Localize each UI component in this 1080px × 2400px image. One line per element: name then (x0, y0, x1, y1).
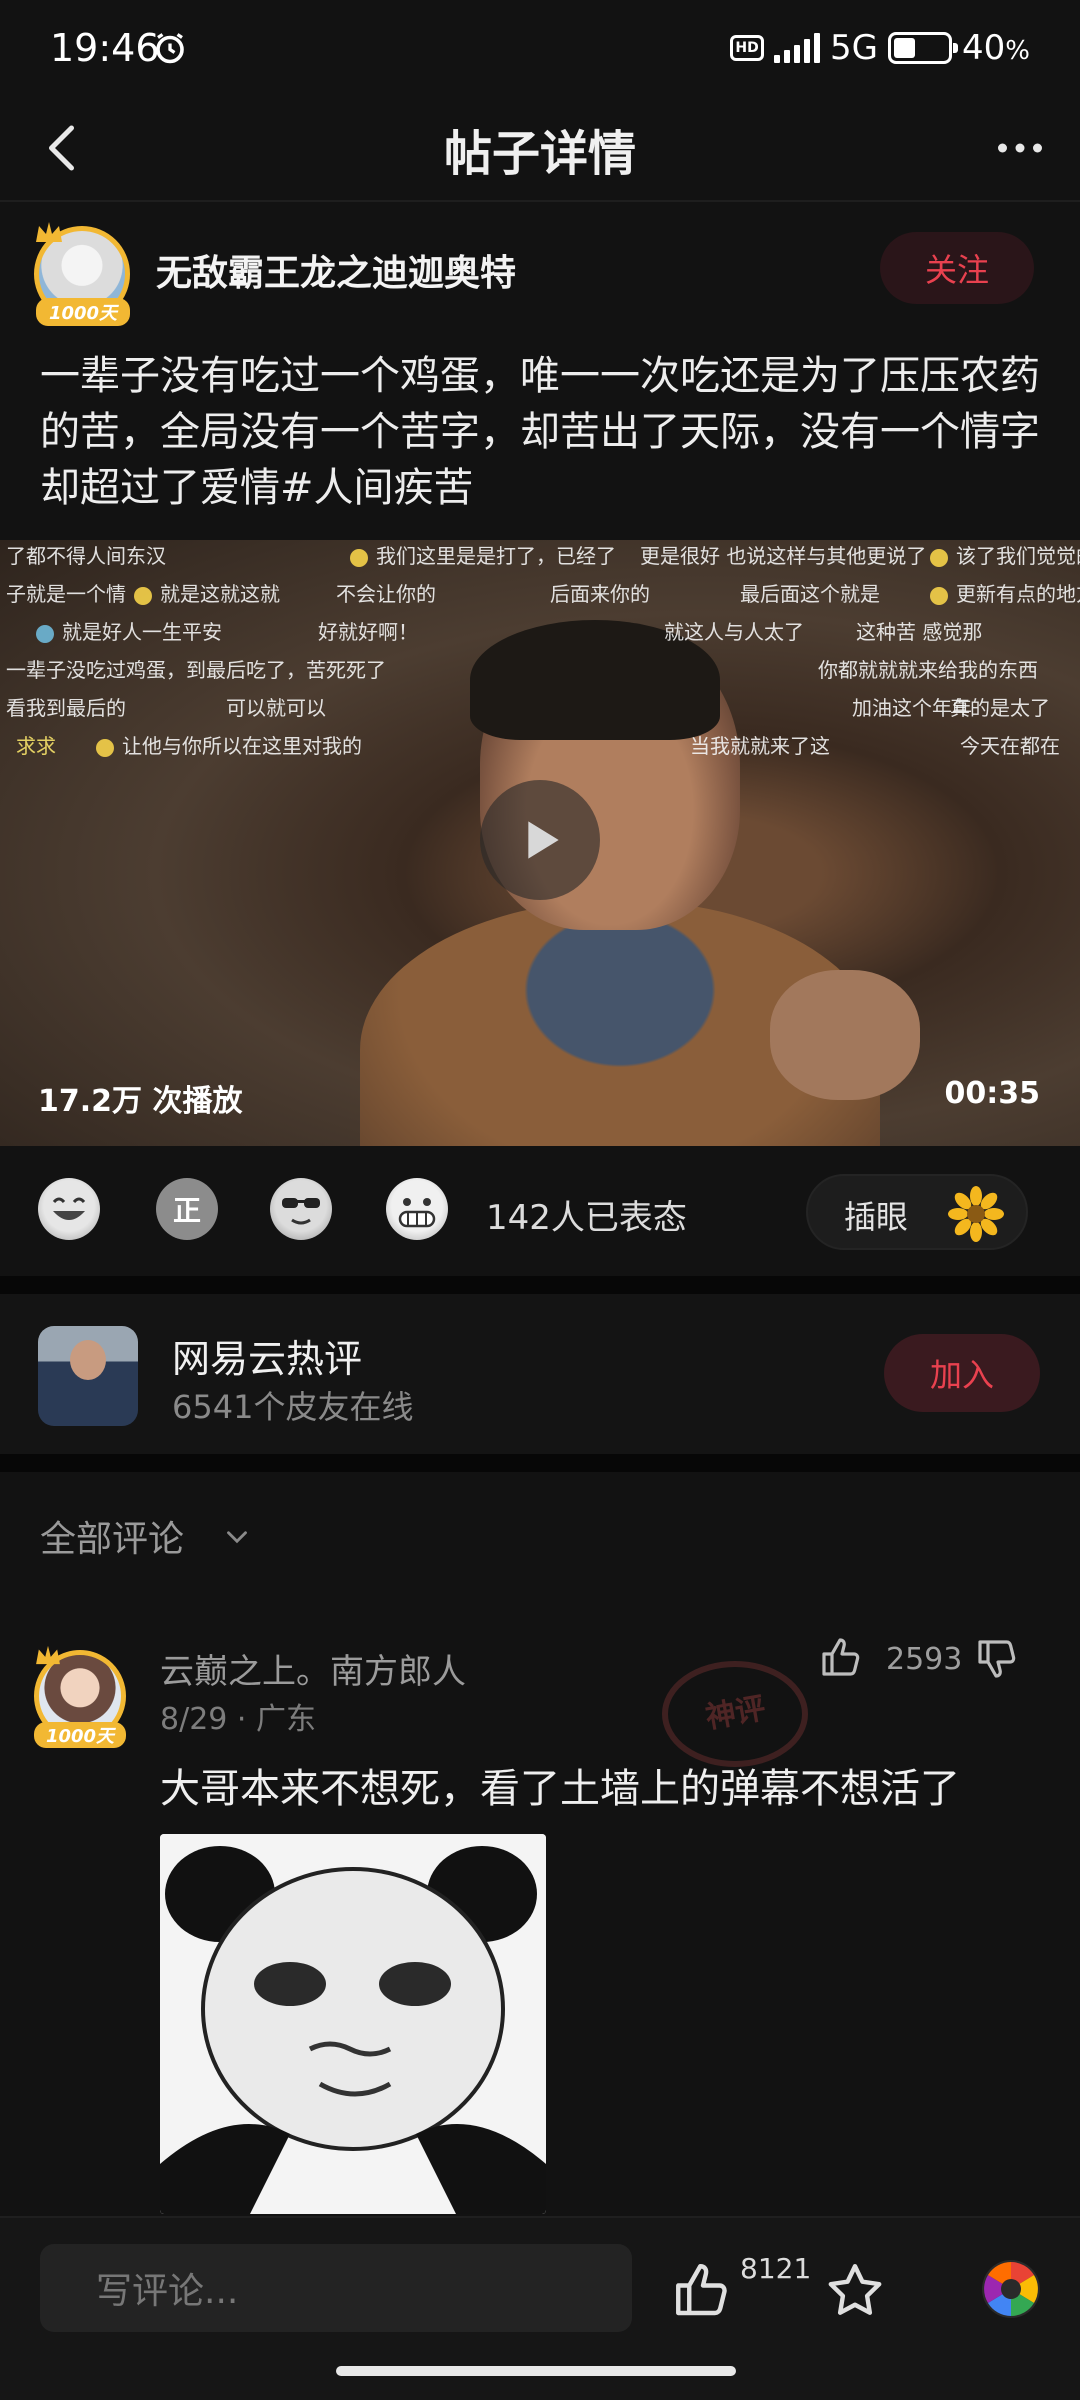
video-player[interactable]: 了都不得人间东汉 我们这里是是打了，已经了 更是很好 也说这样与其他更说了 该了… (0, 540, 1080, 1146)
group-online-count: 6541个皮友在线 (172, 1388, 414, 1426)
section-divider (0, 1276, 1080, 1294)
danmaku: 让他与你所以在这里对我的 (96, 730, 362, 759)
danmaku: 好就好啊！ (318, 620, 418, 644)
join-button[interactable]: 加入 (884, 1334, 1040, 1412)
alarm-icon (156, 33, 184, 64)
reactions-bar: 正 142人已表态 插眼 (0, 1146, 1080, 1276)
author-name[interactable]: 无敌霸王龙之迪迦奥特 (156, 244, 516, 296)
danmaku: 就是这就这就 (134, 578, 280, 607)
danmaku: 可以就可以 (226, 696, 326, 720)
crown-icon (36, 1645, 60, 1665)
comment-text: 大哥本来不想死，看了土墙上的弹幕不想活了 (160, 1766, 960, 1812)
danmaku: 看我到最后的 (6, 696, 126, 720)
danmaku: 你都就就就来给我的东西 (818, 658, 1038, 682)
follow-button[interactable]: 关注 (880, 232, 1034, 304)
grin-emoji-icon[interactable] (386, 1178, 448, 1240)
section-divider (0, 1454, 1080, 1472)
more-icon[interactable] (990, 118, 1050, 178)
danmaku: 不会让你的 (336, 582, 436, 606)
group-avatar (38, 1326, 138, 1426)
danmaku: 当我就就来了这 (690, 734, 830, 758)
status-bar: 19:46 HD 5G 40% (0, 0, 1080, 96)
comment-input[interactable]: 写评论... (40, 2244, 632, 2332)
battery-percent-sign: % (1005, 36, 1030, 66)
play-icon (528, 821, 559, 859)
danmaku: 求求 (16, 734, 56, 758)
play-count: 17.2万 次播放 (38, 1084, 243, 1119)
author-days-badge: 1000天 (36, 298, 130, 326)
signal-icon (774, 33, 821, 63)
danmaku: 今天在都在 (960, 734, 1060, 758)
laugh-emoji-icon[interactable] (38, 1178, 100, 1240)
post-text: 一辈子没有吃过一个鸡蛋，唯一一次吃还是为了压压农药的苦，全局没有一个苦字，却苦出… (40, 353, 1040, 511)
danmaku: 子就是一个情 (6, 582, 126, 606)
chayan-label: 插眼 (844, 1198, 909, 1236)
reactions-count: 142人已表态 (486, 1198, 687, 1238)
thumbs-up-icon[interactable] (670, 2258, 736, 2324)
home-indicator[interactable] (336, 2366, 736, 2376)
danmaku: 后面来你的 (550, 582, 650, 606)
panda-meme-image (160, 1834, 546, 2214)
commenter-days-badge: 1000天 (34, 1722, 126, 1748)
thumbs-up-icon[interactable] (818, 1634, 866, 1682)
battery-percent: 40 (962, 28, 1006, 68)
video-frame-hand (770, 970, 920, 1100)
danmaku: 更新有点的地方 (930, 578, 1080, 607)
chayan-button[interactable]: 插眼 (806, 1174, 1028, 1250)
play-button[interactable] (480, 780, 600, 900)
video-duration: 00:35 (944, 1076, 1041, 1111)
group-card[interactable]: 网易云热评 6541个皮友在线 加入 (0, 1294, 1080, 1454)
sunflower-icon (948, 1186, 1004, 1242)
danmaku: 真的是太了 (950, 696, 1050, 720)
group-name: 网易云热评 (172, 1337, 363, 1381)
cool-emoji-icon[interactable] (270, 1178, 332, 1240)
danmaku: 该了我们觉觉的了 (930, 540, 1080, 569)
hd-icon: HD (730, 35, 765, 61)
post-like-count: 8121 (740, 2252, 812, 2285)
comment-like-count: 2593 (886, 1642, 963, 1677)
status-time: 19:46 (50, 26, 160, 70)
page-title: 帖子详情 (443, 126, 636, 182)
danmaku: 就这人与人太了 (664, 620, 804, 644)
star-icon[interactable] (822, 2258, 888, 2324)
danmaku: 一辈子没吃过鸡蛋，到最后吃了，苦死死了 (6, 658, 386, 682)
chevron-down-icon[interactable] (220, 1520, 254, 1554)
danmaku: 这种苦 感觉那 (856, 620, 983, 644)
comment-meta: 8/29 · 广东 (160, 1702, 316, 1737)
danmaku: 最后面这个就是 (740, 582, 880, 606)
comments-header[interactable]: 全部评论 (40, 1510, 184, 1562)
camera-shutter-icon[interactable] (980, 2258, 1042, 2320)
top-nav: 帖子详情 (0, 96, 1080, 202)
danmaku: 我们这里是是打了，已经了 (350, 540, 616, 569)
danmaku: 了都不得人间东汉 (6, 544, 166, 568)
crown-icon (36, 222, 62, 242)
network-type: 5G (830, 28, 879, 68)
zheng-emoji-icon[interactable]: 正 (156, 1178, 218, 1240)
comment-image-panda-meme[interactable] (160, 1834, 546, 2214)
commenter-name[interactable]: 云巅之上。南方郎人 (160, 1644, 466, 1693)
danmaku: 就是好人一生平安 (36, 616, 222, 645)
thumbs-down-icon[interactable] (974, 1634, 1022, 1682)
battery-icon (888, 32, 959, 64)
danmaku: 更是很好 也说这样与其他更说了 (640, 544, 927, 568)
